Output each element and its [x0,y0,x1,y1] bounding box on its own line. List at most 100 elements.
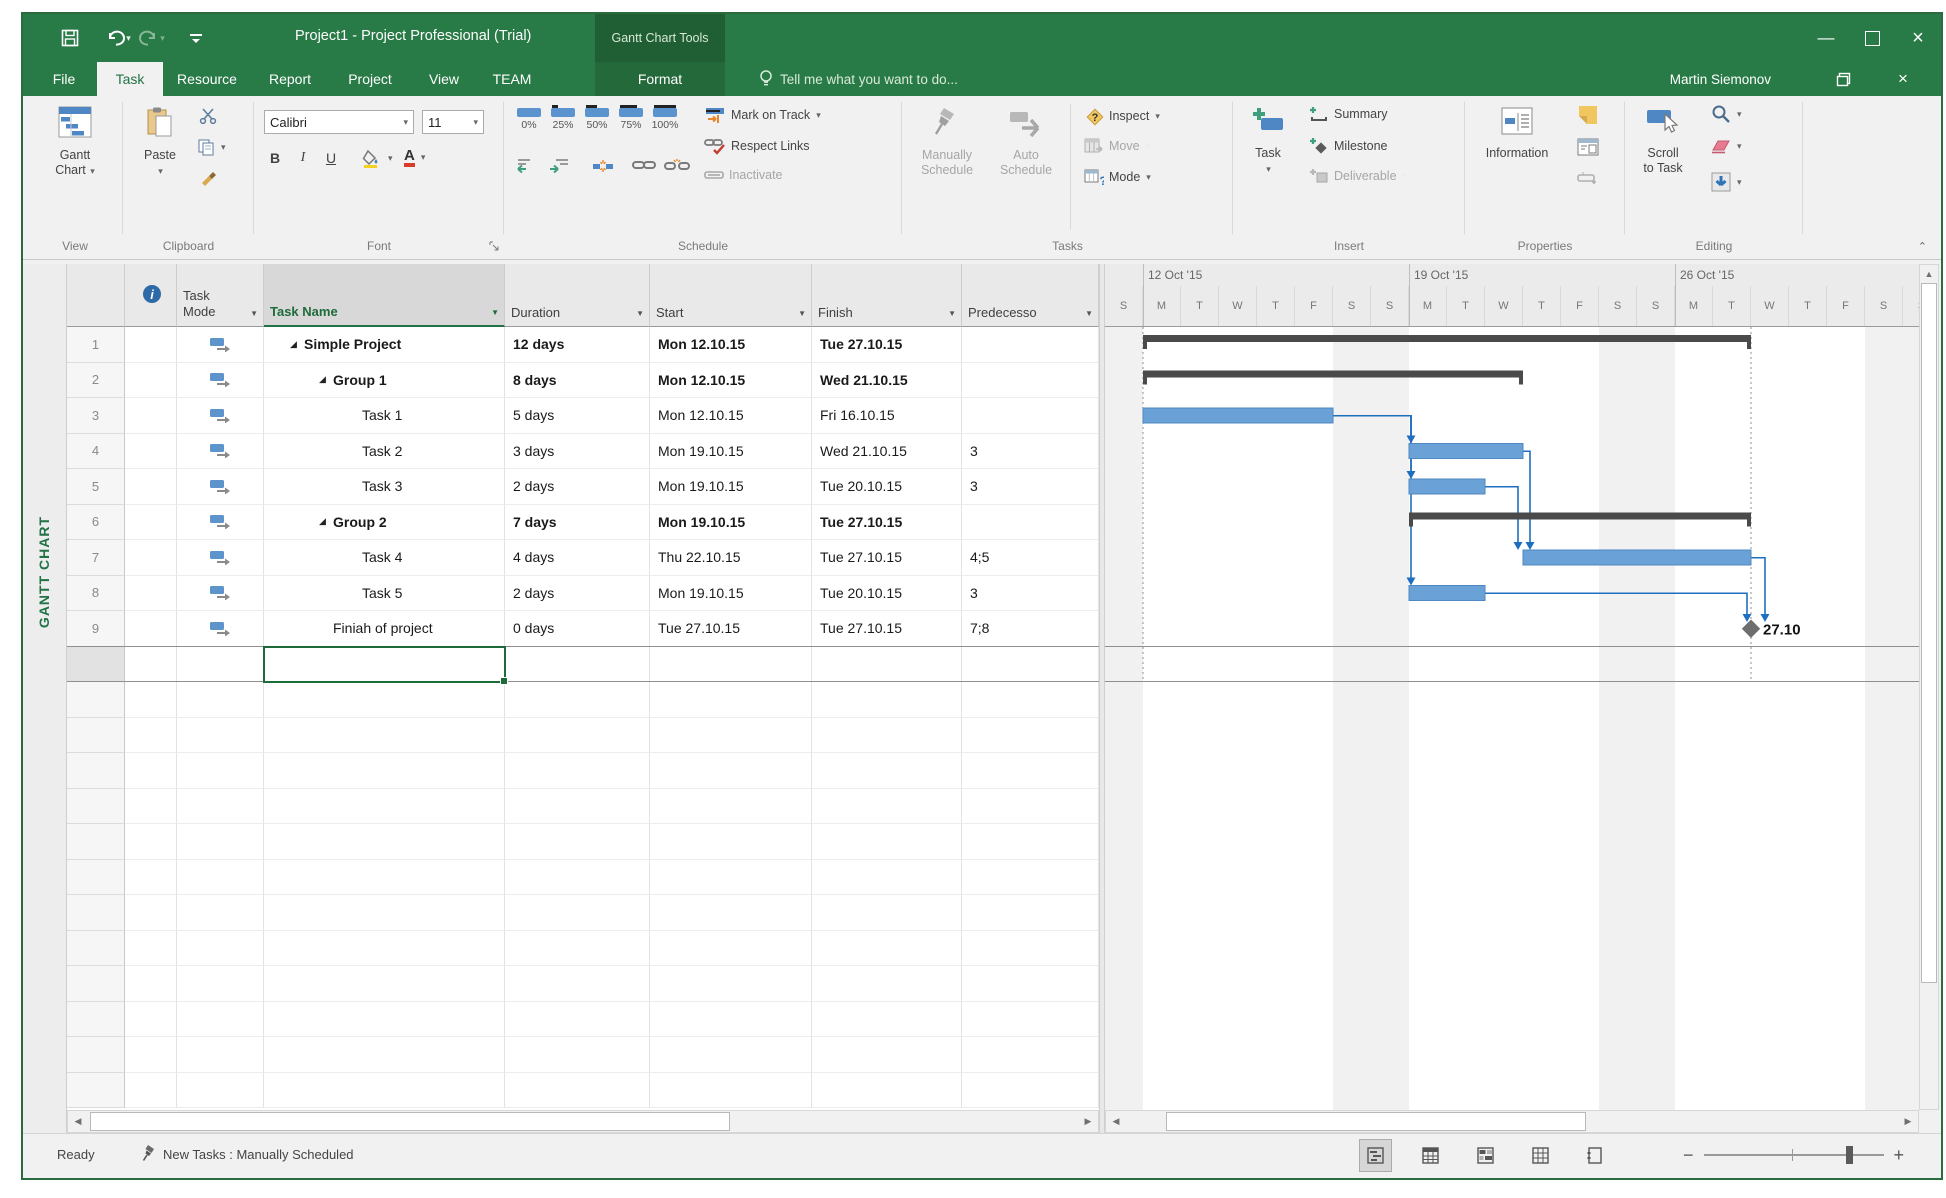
cut-button[interactable] [199,108,217,124]
percent-complete-0[interactable]: 0% [512,108,546,131]
view-shortcut-report[interactable] [1579,1139,1612,1172]
empty-cell[interactable] [264,824,505,860]
empty-cell[interactable] [177,895,264,931]
empty-cell[interactable] [125,753,177,789]
cell-finish[interactable]: Tue 27.10.15 [812,505,962,541]
empty-cell[interactable] [177,824,264,860]
empty-cell[interactable] [812,824,962,860]
empty-cell[interactable] [264,966,505,1002]
copy-button[interactable]: ▾ [197,138,226,156]
cell-start[interactable]: Mon 12.10.15 [650,398,812,434]
mark-on-track-button[interactable]: Mark on Track▾ [704,106,821,124]
collapse-triangle-icon[interactable]: ◢ [319,374,333,385]
cell-task-name[interactable]: Task 3 [264,469,505,505]
cell-predecessors[interactable]: 3 [962,469,1099,505]
empty-cell[interactable] [650,1037,812,1073]
task-bar[interactable] [1409,586,1485,601]
row-number[interactable]: 2 [67,363,125,399]
cell-predecessors[interactable]: 3 [962,434,1099,470]
zoom-out-button[interactable]: − [1683,1145,1694,1166]
collapse-triangle-icon[interactable]: ◢ [319,516,333,527]
empty-cell[interactable] [505,1037,650,1073]
empty-cell[interactable] [505,895,650,931]
mode-button[interactable]: ? Mode▾ [1084,168,1151,186]
cell-info[interactable] [125,434,177,470]
tab-file[interactable]: File [33,62,95,96]
empty-cell[interactable] [962,966,1099,1002]
scroll-to-task-button[interactable]: Scrollto Task [1631,104,1695,176]
empty-cell[interactable] [962,1037,1099,1073]
cell-start[interactable]: Thu 22.10.15 [650,540,812,576]
cell-finish[interactable]: Wed 21.10.15 [812,434,962,470]
cell-task-mode[interactable] [177,576,264,612]
cell-info[interactable] [125,327,177,363]
empty-cell[interactable] [650,824,812,860]
cell-task-name[interactable]: Finiah of project [264,611,505,647]
column-header-task-mode[interactable]: TaskMode▼ [177,264,264,327]
gantt-chart-view-button[interactable]: GanttChart ▾ [37,104,113,179]
information-button[interactable]: Information [1471,104,1563,161]
signed-in-user[interactable]: Martin Siemonov [1670,62,1771,96]
cell-finish[interactable]: Tue 20.10.15 [812,576,962,612]
empty-cell[interactable] [177,931,264,967]
cell-task-name[interactable]: Task 1 [264,398,505,434]
empty-cell[interactable] [505,1002,650,1038]
column-header-predecessors[interactable]: Predecesso▼ [962,264,1099,327]
row-number[interactable] [67,895,125,931]
cell-task-mode[interactable] [177,363,264,399]
cell-duration[interactable]: 5 days [505,398,650,434]
empty-cell[interactable] [264,718,505,754]
select-all-corner[interactable] [67,264,125,327]
zoom-slider-thumb[interactable] [1846,1146,1853,1164]
zoom-slider-track[interactable] [1704,1144,1884,1166]
column-header-finish[interactable]: Finish▼ [812,264,962,327]
empty-cell[interactable] [177,753,264,789]
cell-task-name[interactable]: Task 4 [264,540,505,576]
chart-scroll-right-icon[interactable]: ▶ [1899,1112,1917,1131]
row-number[interactable] [67,1037,125,1073]
cell-predecessors[interactable]: 3 [962,576,1099,612]
empty-cell[interactable] [505,647,650,683]
empty-cell[interactable] [650,1073,812,1109]
tab-view[interactable]: View [411,62,477,96]
column-header-info[interactable]: i [125,264,177,327]
italic-button[interactable]: I [292,150,314,166]
empty-cell[interactable] [505,966,650,1002]
empty-cell[interactable] [812,682,962,718]
empty-cell[interactable] [812,1073,962,1109]
row-number[interactable] [67,931,125,967]
font-name-select[interactable]: Calibri▾ [264,110,414,134]
row-number[interactable] [67,1002,125,1038]
cell-task-mode[interactable] [177,469,264,505]
view-shortcut-task-usage[interactable] [1414,1139,1447,1172]
cell-task-mode[interactable] [177,327,264,363]
empty-cell[interactable] [505,753,650,789]
empty-cell[interactable] [125,860,177,896]
milestone-diamond[interactable] [1742,620,1760,638]
cell-info[interactable] [125,398,177,434]
cell-task-mode[interactable] [177,398,264,434]
empty-cell[interactable] [505,682,650,718]
empty-cell[interactable] [177,789,264,825]
summary-bar[interactable] [1143,371,1523,378]
tab-format[interactable]: Format [595,62,725,96]
close-button[interactable]: × [1895,14,1941,62]
table-horizontal-scrollbar[interactable]: ◀ ▶ [67,1110,1099,1133]
empty-cell[interactable] [264,789,505,825]
view-shortcut-resource-sheet[interactable] [1524,1139,1557,1172]
empty-cell[interactable] [962,1002,1099,1038]
selected-cell[interactable] [263,646,506,684]
fill-button[interactable]: ▾ [1711,172,1742,192]
cell-task-mode[interactable] [177,505,264,541]
empty-cell[interactable] [264,1037,505,1073]
row-number[interactable]: 1 [67,327,125,363]
column-header-duration[interactable]: Duration▼ [505,264,650,327]
empty-cell[interactable] [264,895,505,931]
empty-cell[interactable] [812,789,962,825]
row-number[interactable]: 7 [67,540,125,576]
split-task-button[interactable] [592,158,614,174]
cell-info[interactable] [125,363,177,399]
empty-cell[interactable] [650,718,812,754]
view-shortcut-gantt[interactable] [1359,1139,1392,1172]
empty-cell[interactable] [812,895,962,931]
